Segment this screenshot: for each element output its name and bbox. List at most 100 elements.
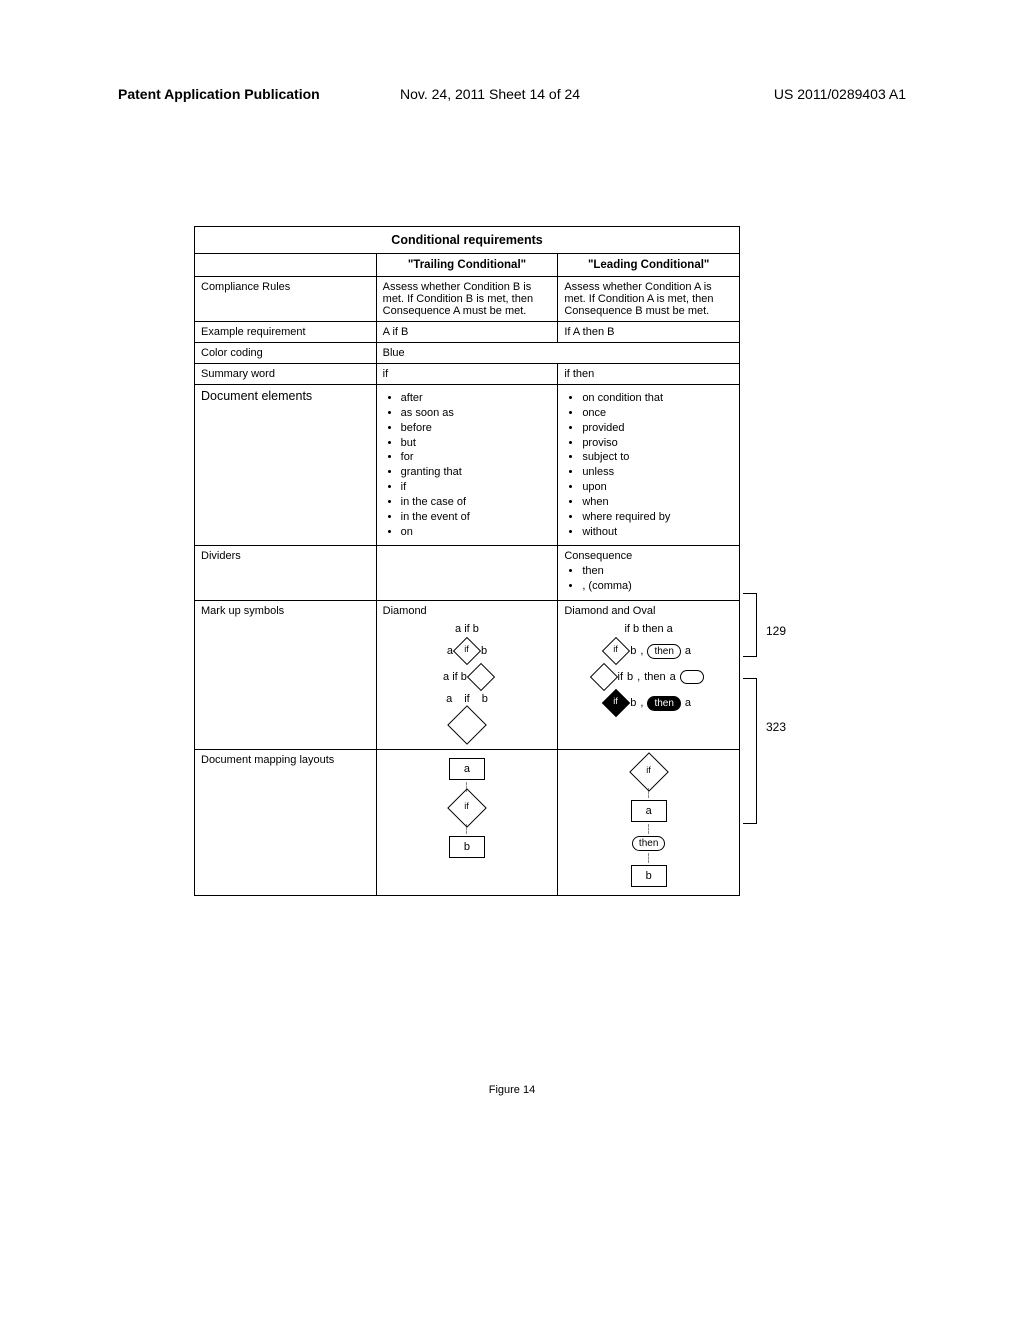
doc-elements-trailing: after as soon as before but for granting… [376, 385, 558, 546]
list-item: in the event of [401, 510, 552, 525]
list-item: in the case of [401, 495, 552, 510]
annotation-323: 323 [766, 720, 786, 734]
dividers-trailing [376, 546, 558, 601]
markup-leading: Diamond and Oval if b then a if b, then … [558, 601, 740, 750]
markup-label: Mark up symbols [195, 601, 377, 750]
diamond-icon: if [602, 637, 630, 665]
list-item: for [401, 450, 552, 465]
diamond-icon [589, 663, 617, 691]
example-leading: If A then B [558, 322, 740, 343]
bracket-icon [743, 678, 757, 824]
trailing-header: "Trailing Conditional" [376, 254, 558, 277]
diamond-icon: if [453, 637, 481, 665]
oval-icon: then [632, 836, 665, 851]
box-a: a [449, 758, 485, 780]
leading-header: "Leading Conditional" [558, 254, 740, 277]
mapping-trailing: a if b [376, 750, 558, 896]
list-item: without [582, 525, 733, 540]
table-title-row: Conditional requirements [195, 227, 740, 254]
markup-diagram-l1: if b, then a [564, 641, 733, 661]
markup-diagram-3: a if b [383, 693, 552, 705]
box-b: b [631, 865, 667, 887]
color-value: Blue [376, 343, 739, 364]
list-item: unless [582, 465, 733, 480]
oval-filled-icon: then [647, 696, 680, 711]
mapping-row: Document mapping layouts a if b if a the… [195, 750, 740, 896]
annotation-129: 129 [766, 624, 786, 638]
text-if: if [618, 671, 624, 683]
oval-icon [680, 670, 704, 684]
list-item: as soon as [401, 406, 552, 421]
figure-caption: Figure 14 [0, 1084, 1024, 1096]
markup-trailing-example2: a if b [443, 671, 467, 683]
color-label: Color coding [195, 343, 377, 364]
list-item: then [582, 564, 733, 579]
markup-row: Mark up symbols Diamond a if b a if b a … [195, 601, 740, 750]
text-if: if [464, 693, 470, 705]
summary-leading: if then [558, 364, 740, 385]
text-b: b [630, 645, 636, 657]
compliance-label: Compliance Rules [195, 277, 377, 322]
markup-diagram-2: a if b [383, 667, 552, 687]
markup-trailing-title: Diamond [383, 605, 552, 617]
list-item: granting that [401, 465, 552, 480]
table-header-row: "Trailing Conditional" "Leading Conditio… [195, 254, 740, 277]
text-b: b [630, 697, 636, 709]
example-label: Example requirement [195, 322, 377, 343]
box-b: b [449, 836, 485, 858]
list-item: before [401, 421, 552, 436]
trailing-list: after as soon as before but for granting… [383, 391, 552, 539]
markup-trailing: Diamond a if b a if b a if b a if b [376, 601, 558, 750]
diamond-icon [447, 705, 487, 745]
summary-row: Summary word if if then [195, 364, 740, 385]
markup-diagram-l2: if b, then a [564, 667, 733, 687]
markup-diagram-4 [383, 711, 552, 739]
leading-list: on condition that once provided proviso … [564, 391, 733, 539]
diamond-icon: if [629, 752, 669, 792]
patent-header-center: Nov. 24, 2011 Sheet 14 of 24 [400, 86, 580, 102]
list-item: but [401, 436, 552, 451]
text-b: b [482, 693, 488, 705]
summary-label: Summary word [195, 364, 377, 385]
oval-icon: then [647, 644, 680, 659]
dividers-list: then , (comma) [564, 564, 733, 594]
patent-header-left: Patent Application Publication [118, 86, 320, 102]
list-item: if [401, 480, 552, 495]
list-item: after [401, 391, 552, 406]
conditional-requirements-table: Conditional requirements "Trailing Condi… [194, 226, 740, 896]
diamond-icon: if [447, 788, 487, 828]
mapping-label: Document mapping layouts [195, 750, 377, 896]
empty-header [195, 254, 377, 277]
list-item: once [582, 406, 733, 421]
connector-icon [648, 853, 649, 863]
text-then: then [644, 671, 665, 683]
patent-header-right: US 2011/0289403 A1 [774, 86, 906, 102]
list-item: , (comma) [582, 579, 733, 594]
box-a: a [631, 800, 667, 822]
color-row: Color coding Blue [195, 343, 740, 364]
text-a: a [685, 645, 691, 657]
list-item: provided [582, 421, 733, 436]
compliance-leading: Assess whether Condition A is met. If Co… [558, 277, 740, 322]
dividers-row: Dividers Consequence then , (comma) [195, 546, 740, 601]
list-item: where required by [582, 510, 733, 525]
mapping-leading-diagram: if a then b [564, 754, 733, 891]
mapping-leading: if a then b [558, 750, 740, 896]
dividers-leading-title: Consequence [564, 550, 632, 562]
text-b: b [627, 671, 633, 683]
compliance-row: Compliance Rules Assess whether Conditio… [195, 277, 740, 322]
markup-diagram-l3: if b, then a [564, 693, 733, 713]
table-title: Conditional requirements [195, 227, 740, 254]
list-item: when [582, 495, 733, 510]
mapping-trailing-diagram: a if b [383, 754, 552, 862]
text-a: a [670, 671, 676, 683]
example-trailing: A if B [376, 322, 558, 343]
markup-leading-title: Diamond and Oval [564, 605, 733, 617]
list-item: proviso [582, 436, 733, 451]
compliance-trailing: Assess whether Condition B is met. If Co… [376, 277, 558, 322]
text-b: b [481, 645, 487, 657]
markup-leading-example: if b then a [564, 623, 733, 635]
list-item: on [401, 525, 552, 540]
dividers-leading: Consequence then , (comma) [558, 546, 740, 601]
diamond-filled-icon: if [602, 689, 630, 717]
